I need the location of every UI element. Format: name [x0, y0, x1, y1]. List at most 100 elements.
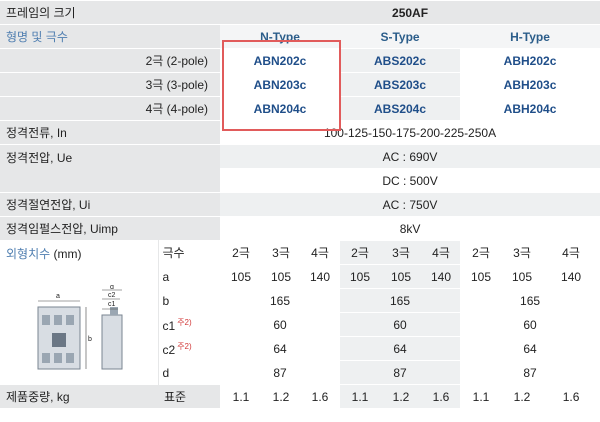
model-n: ABN203c [220, 72, 341, 97]
side-handle [110, 307, 118, 315]
insulation-value: AC : 750V [220, 192, 600, 217]
rated-voltage-ac-row: 정격전압, Ue AC : 690V [0, 144, 600, 193]
type-s: S-Type [340, 24, 461, 49]
dim-d-cell: 87 [340, 360, 461, 385]
type-header-row: 형명 및 극수 N-Type S-Type H-Type [0, 24, 600, 49]
weight-cell: 1.2 [502, 384, 543, 408]
dim-a-cell: 105 [262, 264, 301, 289]
dim-c2-cell: 64 [340, 336, 461, 361]
dim-a-cell: 105 [380, 264, 423, 289]
rated-current-value: 100-125-150-175-200-225-250A [220, 120, 600, 145]
dim-b-cell: 165 [460, 288, 600, 313]
dim-a-cell: 140 [300, 264, 341, 289]
breaker-side-view [101, 314, 123, 370]
poles-header: 형명 및 극수 [0, 24, 221, 49]
model-s: ABS202c [340, 48, 461, 73]
weight-cell: 1.6 [300, 384, 341, 408]
pole-cell: 3극 [380, 240, 423, 265]
weight-cell: 1.1 [340, 384, 381, 408]
rated-current-row: 정격전류, In 100-125-150-175-200-225-250A [0, 120, 600, 145]
pole-cell: 2극 [220, 240, 263, 265]
dim-c1-text: c1 [162, 318, 176, 333]
model-row-2pole: 2극 (2-pole) ABN202c ABS202c ABH202c [0, 48, 600, 73]
dim-d-label: d [158, 360, 221, 385]
dim-poles-label: 극수 [158, 240, 221, 265]
dim-b-cell: 165 [220, 288, 341, 313]
impulse-row: 정격임펄스전압, Uimp 8kV [0, 216, 600, 241]
dim-d-cell: 87 [220, 360, 341, 385]
weight-cell: 1.1 [220, 384, 263, 408]
pole-cell: 2극 [340, 240, 381, 265]
impulse-label: 정격임펄스전압, Uimp [0, 216, 221, 241]
impulse-value: 8kV [220, 216, 600, 241]
pole-cell: 2극 [460, 240, 503, 265]
dim-d-cell: 87 [460, 360, 600, 385]
dim-c1-note: 주2) [177, 317, 192, 327]
model-n: ABN202c [220, 48, 341, 73]
weight-cell: 1.1 [460, 384, 503, 408]
rated-voltage-label: 정격전압, Ue [0, 144, 221, 193]
dim-a-cell: 105 [220, 264, 263, 289]
pole-label: 4극 (4-pole) [0, 96, 221, 121]
terminal [66, 353, 74, 363]
terminal [42, 315, 50, 325]
dim-a-cell: 140 [542, 264, 600, 289]
dim-tag-b: b [88, 336, 92, 343]
model-s: ABS204c [340, 96, 461, 121]
model-h: ABH203c [460, 72, 600, 97]
dim-b-cell: 165 [340, 288, 461, 313]
pole-cell: 4극 [542, 240, 600, 265]
insulation-label: 정격절연전압, Ui [0, 192, 221, 217]
model-s: ABS203c [340, 72, 461, 97]
dim-c1-cell: 60 [220, 312, 341, 337]
pole-label: 3극 (3-pole) [0, 72, 221, 97]
pole-cell: 3극 [262, 240, 301, 265]
dim-c1-cell: 60 [340, 312, 461, 337]
model-row-4pole: 4극 (4-pole) ABN204c ABS204c ABH204c [0, 96, 600, 121]
insulation-row: 정격절연전압, Ui AC : 750V [0, 192, 600, 217]
weight-sub: 표준 [158, 384, 221, 408]
frame-value: 250AF [220, 0, 600, 25]
dim-a-label: a [158, 264, 221, 289]
weight-cell: 1.6 [422, 384, 461, 408]
pole-cell: 4극 [422, 240, 461, 265]
rated-voltage-ac: AC : 690V [220, 144, 600, 169]
dim-c2-text: c2 [162, 342, 176, 357]
pole-cell: 4극 [300, 240, 341, 265]
weight-row: 제품중량, kg 표준 1.1 1.2 1.6 1.1 1.2 1.6 1.1 … [0, 384, 600, 408]
dim-c2-note: 주2) [177, 341, 192, 351]
dim-b-label: b [158, 288, 221, 313]
dim-a-cell: 105 [460, 264, 503, 289]
type-n: N-Type [220, 24, 341, 49]
weight-cell: 1.2 [380, 384, 423, 408]
terminal [42, 353, 50, 363]
dim-tag-d: d [110, 285, 114, 291]
spec-sheet: 프레임의 크기 250AF 형명 및 극수 N-Type S-Type H-Ty… [0, 0, 600, 422]
weight-label: 제품중량, kg [0, 384, 158, 408]
dim-c2-cell: 64 [220, 336, 341, 361]
model-n: ABN204c [220, 96, 341, 121]
dim-c2-label: c2 주2) [158, 336, 221, 361]
dim-poles-row: 외형치수 (mm) 극수 2극 3극 4극 2극 3극 4극 2극 3극 4극 [0, 240, 600, 385]
dim-a-cell: 105 [502, 264, 543, 289]
dim-a-cell: 140 [422, 264, 461, 289]
dim-c1-label: c1 주2) [158, 312, 221, 337]
pole-cell: 3극 [502, 240, 543, 265]
dim-c1-cell: 60 [460, 312, 600, 337]
dim-tag-c1: c1 [108, 301, 116, 308]
rated-voltage-dc: DC : 500V [220, 168, 600, 193]
frame-row: 프레임의 크기 250AF [0, 0, 600, 25]
pole-label: 2극 (2-pole) [0, 48, 221, 73]
weight-cell: 1.6 [542, 384, 600, 408]
type-h: H-Type [460, 24, 600, 49]
terminal [54, 353, 62, 363]
model-h: ABH202c [460, 48, 600, 73]
terminal [66, 315, 74, 325]
handle [52, 333, 66, 347]
frame-label: 프레임의 크기 [0, 0, 221, 25]
rated-current-label: 정격전류, In [0, 120, 221, 145]
dim-tag-c2: c2 [108, 292, 116, 299]
terminal [54, 315, 62, 325]
model-h: ABH204c [460, 96, 600, 121]
breaker-dimension-drawing: a b d c2 c1 [37, 285, 123, 370]
